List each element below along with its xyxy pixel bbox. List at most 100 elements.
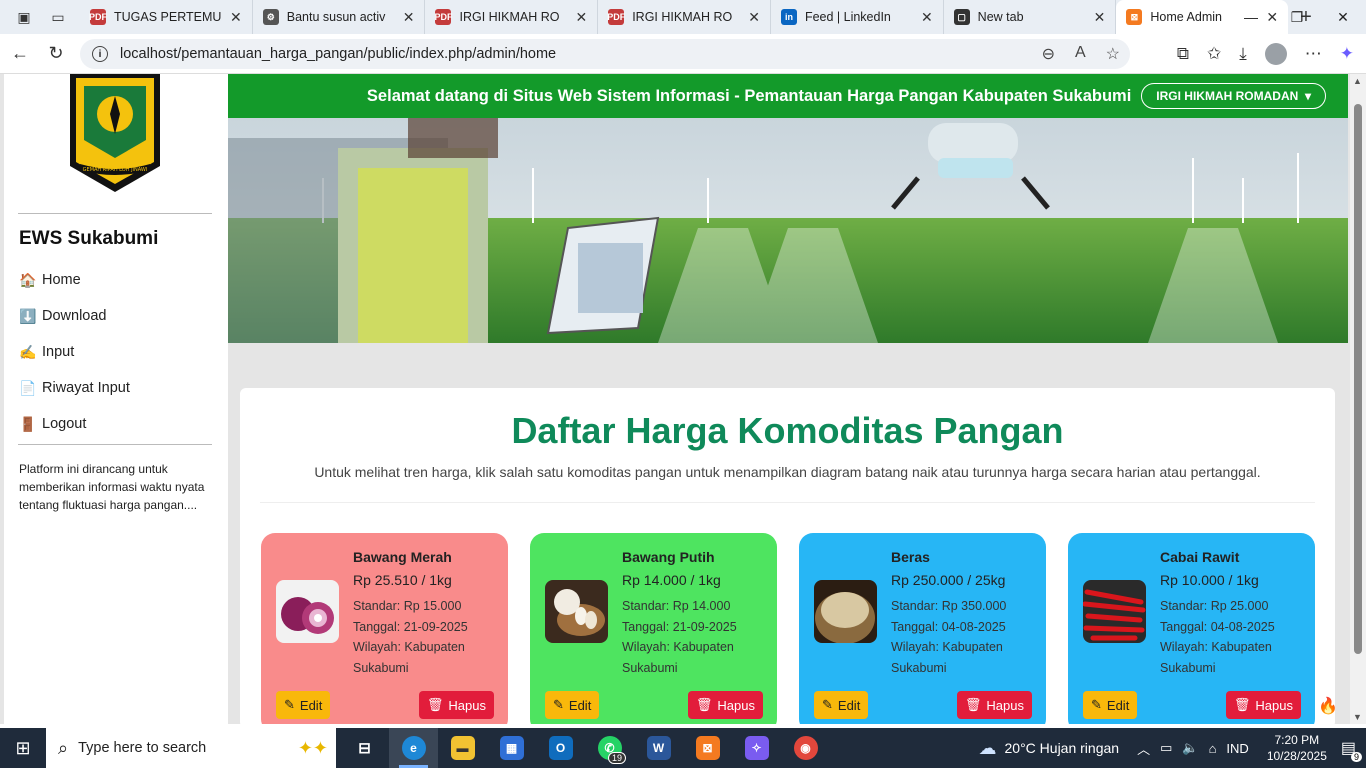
word-icon[interactable]: W — [634, 728, 683, 768]
windows-taskbar: ⊞ ⌕ Type here to search ✦✦ ⊟ e ▬ ▦ O ✆ 19… — [0, 728, 1366, 768]
scrollbar-thumb[interactable] — [1354, 104, 1362, 654]
copilot-icon[interactable]: ✦ — [1340, 44, 1354, 64]
tab-label: IRGI HIKMAH RO — [632, 10, 733, 24]
more-menu-icon[interactable]: ⋯ — [1305, 44, 1322, 64]
close-tab-icon[interactable]: ✕ — [748, 9, 760, 26]
edit-button[interactable]: ✎ Edit — [276, 691, 331, 719]
profile-avatar[interactable] — [1264, 43, 1287, 65]
browser-tab[interactable]: PDF TUGAS PERTEMU ✕ — [80, 0, 253, 34]
commodity-card[interactable]: Cabai Rawit Rp 10.000 / 1kg Standar: Rp 25… — [1068, 533, 1315, 724]
outlook-icon[interactable]: O — [536, 728, 585, 768]
scroll-up-icon[interactable]: ▲ — [1353, 76, 1362, 86]
volume-icon[interactable]: 🔈 — [1182, 740, 1198, 756]
commodity-card[interactable]: Bawang Putih Rp 14.000 / 1kg Standar: Rp 1… — [530, 533, 777, 724]
commodity-image — [814, 580, 877, 643]
tab-actions-icon[interactable]: ▭ — [48, 7, 68, 27]
delete-button[interactable]: 🗑 Hapus — [418, 691, 494, 719]
clock[interactable]: 7:20 PM 10/28/2025 — [1267, 732, 1327, 764]
welcome-text: Selamat datang di Situs Web Sistem Infor… — [366, 86, 1132, 105]
user-name: IRGI HIKMAH ROMADAN — [1156, 89, 1299, 103]
commodity-info: Standar: Rp 25.000 Tanggal: 04-08-2025 Wil… — [1160, 596, 1300, 678]
commodity-region: Wilayah: Kabupaten Sukabumi — [353, 640, 465, 675]
trash-icon: 🗑 — [426, 697, 444, 712]
panel-divider — [260, 502, 1315, 503]
edge-app-icon[interactable]: e — [389, 728, 438, 768]
browser-tab[interactable]: ⚙ Bantu susun activ ✕ — [253, 0, 426, 34]
browser-tab[interactable]: in Feed | LinkedIn ✕ — [771, 0, 944, 34]
edit-button[interactable]: ✎ Edit — [814, 691, 869, 719]
sidebar-item-home[interactable]: 🏠 Home — [19, 262, 130, 298]
delete-button[interactable]: 🗑 Hapus — [956, 691, 1032, 719]
workspaces-icon[interactable]: ▣ — [14, 7, 34, 27]
flame-icon[interactable]: 🔥 — [1318, 696, 1344, 722]
file-explorer-icon[interactable]: ▬ — [438, 728, 487, 768]
weather-widget[interactable]: ☁ 20°C Hujan ringan — [979, 738, 1120, 759]
commodity-card[interactable]: Beras Rp 250.000 / 25kg Standar: Rp 350.00… — [799, 533, 1046, 724]
browser-tab[interactable]: ▢ New tab ✕ — [944, 0, 1117, 34]
notification-icon[interactable]: ▤ 9 — [1341, 738, 1362, 762]
minimize-button[interactable]: — — [1228, 0, 1274, 34]
delete-label: Hapus — [1255, 697, 1293, 713]
close-tab-icon[interactable]: ✕ — [1094, 9, 1106, 26]
commodity-cards: Bawang Merah Rp 25.510 / 1kg Standar: Rp 1… — [261, 533, 1315, 724]
page-subtitle: Untuk melihat tren harga, klik salah sat… — [314, 464, 1261, 480]
close-tab-icon[interactable]: ✕ — [921, 9, 933, 26]
favorite-star-icon[interactable]: ☆ — [1106, 44, 1120, 64]
close-tab-icon[interactable]: ✕ — [575, 9, 587, 26]
taskbar-search[interactable]: ⌕ Type here to search ✦✦ — [46, 728, 336, 768]
commodity-image — [1083, 580, 1146, 643]
commodity-info: Standar: Rp 350.000 Tanggal: 04-08-2025 Wi… — [891, 596, 1031, 678]
back-button[interactable]: ← — [2, 38, 38, 70]
edit-button[interactable]: ✎ Edit — [1083, 691, 1138, 719]
restore-button[interactable]: ❐ — [1274, 0, 1320, 34]
browser-tab[interactable]: PDF IRGI HIKMAH RO ✕ — [598, 0, 771, 34]
delete-button[interactable]: 🗑 Hapus — [687, 691, 763, 719]
commodity-price: Rp 10.000 / 1kg — [1160, 572, 1259, 588]
tray-overflow-icon[interactable]: ︿ — [1137, 739, 1150, 758]
close-tab-icon[interactable]: ✕ — [230, 9, 242, 26]
page-scrollbar[interactable]: ▲ ▼ — [1350, 74, 1366, 724]
network-icon[interactable]: ⌂ — [1209, 741, 1217, 756]
extensions-icon[interactable]: ⧉ — [1177, 44, 1189, 64]
edit-button[interactable]: ✎ Edit — [545, 691, 600, 719]
refresh-button[interactable]: ↻ — [38, 38, 74, 70]
sidebar-item-input[interactable]: ✍️ Input — [19, 334, 130, 370]
sidebar: GEMAH RIPAH LOH JINAWI EWS Sukabumi 🏠 Hom… — [4, 74, 228, 724]
close-window-button[interactable]: ✕ — [1320, 0, 1366, 34]
windows-start-icon[interactable]: ⊞ — [0, 738, 46, 759]
copilot-app-icon[interactable]: ✧ — [732, 728, 781, 768]
commodity-card[interactable]: Bawang Merah Rp 25.510 / 1kg Standar: Rp 1… — [261, 533, 508, 724]
menu-icon: ⬇️ — [19, 307, 37, 324]
site-info-icon[interactable]: i — [92, 46, 108, 62]
language-indicator[interactable]: IND — [1226, 741, 1248, 756]
sidebar-item-download[interactable]: ⬇️ Download — [19, 298, 130, 334]
chatgpt-icon: ⚙ — [262, 9, 279, 25]
downloads-icon[interactable]: ⤓ — [1239, 44, 1247, 64]
browser-tab[interactable]: PDF IRGI HIKMAH RO ✕ — [425, 0, 599, 34]
delete-button[interactable]: 🗑 Hapus — [1225, 691, 1301, 719]
whatsapp-icon[interactable]: ✆ 19 — [585, 728, 634, 768]
store-icon[interactable]: ▦ — [487, 728, 536, 768]
sidebar-item-logout[interactable]: 🚪 Logout — [19, 406, 130, 442]
scroll-down-icon[interactable]: ▼ — [1353, 712, 1362, 722]
user-dropdown[interactable]: IRGI HIKMAH ROMADAN ▾ — [1141, 83, 1326, 109]
chrome-icon[interactable]: ◉ — [781, 728, 830, 768]
commodity-name: Bawang Merah — [353, 549, 452, 565]
task-view-icon[interactable]: ⊟ — [340, 728, 389, 768]
clock-time: 7:20 PM — [1274, 733, 1320, 747]
delete-label: Hapus — [986, 697, 1024, 713]
battery-icon[interactable]: ▭ — [1160, 740, 1172, 756]
url-field[interactable]: i localhost/pemantauan_harga_pangan/publ… — [80, 39, 1130, 69]
favorites-icon[interactable]: ✩ — [1207, 44, 1221, 64]
tab-label: New tab — [977, 10, 1024, 24]
read-aloud-icon[interactable]: A — [1075, 44, 1086, 64]
search-highlight-icon: ✦✦ — [297, 737, 328, 758]
close-tab-icon[interactable]: ✕ — [403, 9, 415, 26]
zoom-icon[interactable]: ⊖ — [1042, 44, 1055, 64]
sidebar-divider — [18, 444, 212, 445]
xampp-icon[interactable]: ⊠ — [683, 728, 732, 768]
tab-label: IRGI HIKMAH RO — [459, 10, 560, 24]
welcome-banner: Selamat datang di Situs Web Sistem Infor… — [228, 74, 1348, 118]
commodity-date: Tanggal: 21-09-2025 — [622, 619, 737, 634]
sidebar-item-riwayat-input[interactable]: 📄 Riwayat Input — [19, 370, 130, 406]
